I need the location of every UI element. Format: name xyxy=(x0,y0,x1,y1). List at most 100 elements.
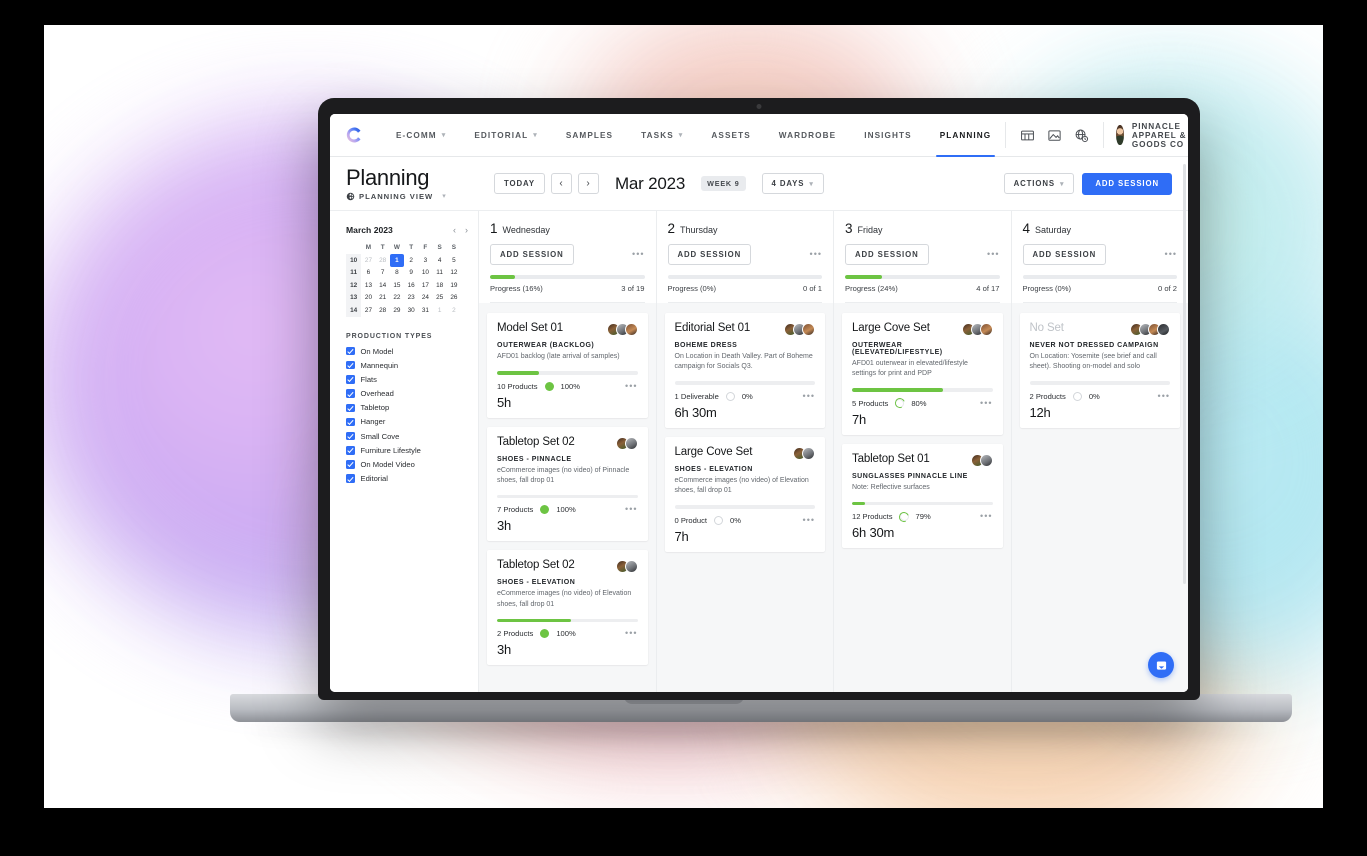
c-logo-icon[interactable] xyxy=(344,125,364,145)
calendar-day[interactable]: 28 xyxy=(376,304,390,317)
production-type-row-furniture-lifestyle[interactable]: Furniture Lifestyle xyxy=(346,446,468,455)
calendar-day[interactable]: 5 xyxy=(447,254,461,267)
calendar-day[interactable]: 7 xyxy=(376,267,390,280)
calendar-day[interactable]: 24 xyxy=(418,292,432,305)
nav-item-wardrobe[interactable]: WARDROBE xyxy=(765,114,850,156)
calendar-day[interactable]: 11 xyxy=(433,267,447,280)
vertical-scrollbar[interactable] xyxy=(1182,164,1186,584)
add-session-button[interactable]: ADD SESSION xyxy=(1022,244,1107,265)
session-overflow-menu-icon[interactable]: ••• xyxy=(625,381,637,391)
add-session-button[interactable]: ADD SESSION xyxy=(1082,172,1172,195)
session-overflow-menu-icon[interactable]: ••• xyxy=(803,391,815,401)
calendar-day[interactable]: 15 xyxy=(390,279,404,292)
day-overflow-menu-icon[interactable]: ••• xyxy=(810,250,822,259)
board-view-icon[interactable] xyxy=(1020,128,1035,143)
production-type-row-on-model-video[interactable]: On Model Video xyxy=(346,460,468,469)
production-type-row-editorial[interactable]: Editorial xyxy=(346,474,468,483)
planning-view-selector[interactable]: PLANNING VIEW ▾ xyxy=(346,192,494,201)
session-card[interactable]: Editorial Set 01 BOHEME DRESS On Location … xyxy=(664,313,825,428)
assignee-avatars[interactable] xyxy=(793,446,815,460)
calendar-day[interactable]: 14 xyxy=(376,279,390,292)
calendar-next-icon[interactable]: › xyxy=(465,225,468,235)
calendar-day[interactable]: 9 xyxy=(404,267,418,280)
calendar-day[interactable]: 30 xyxy=(404,304,418,317)
nav-item-planning[interactable]: PLANNING xyxy=(926,114,1006,157)
calendar-day[interactable]: 2 xyxy=(447,304,461,317)
nav-item-tasks[interactable]: TASKS ▾ xyxy=(627,114,697,156)
checkbox-icon[interactable] xyxy=(346,460,355,469)
session-card[interactable]: Large Cove Set OUTERWEAR (ELEVATED/LIFEST… xyxy=(842,313,1003,435)
calendar-day[interactable]: 12 xyxy=(447,267,461,280)
chat-bubble-icon[interactable] xyxy=(1148,652,1174,678)
assignee-avatars[interactable] xyxy=(606,322,638,336)
calendar-day[interactable]: 23 xyxy=(404,292,418,305)
add-session-button[interactable]: ADD SESSION xyxy=(667,244,752,265)
session-overflow-menu-icon[interactable]: ••• xyxy=(980,512,992,521)
nav-item-samples[interactable]: SAMPLES xyxy=(552,114,627,156)
next-period-button[interactable]: › xyxy=(577,173,599,194)
calendar-day[interactable]: 13 xyxy=(361,279,375,292)
day-overflow-menu-icon[interactable]: ••• xyxy=(632,250,644,259)
calendar-day[interactable]: 6 xyxy=(361,267,375,280)
assignee-avatars[interactable] xyxy=(961,322,993,336)
actions-button[interactable]: ACTIONS ▾ xyxy=(1003,173,1075,194)
assignee-avatars[interactable] xyxy=(1130,322,1170,336)
calendar-day[interactable]: 10 xyxy=(418,267,432,280)
calendar-day[interactable]: 2 xyxy=(404,254,418,267)
globe-clock-icon[interactable] xyxy=(1074,128,1089,143)
calendar-day[interactable]: 25 xyxy=(433,292,447,305)
calendar-day[interactable]: 31 xyxy=(418,304,432,317)
calendar-day[interactable]: 20 xyxy=(361,292,375,305)
prev-period-button[interactable]: ‹ xyxy=(550,173,572,194)
calendar-day[interactable]: 1 xyxy=(433,304,447,317)
nav-item-insights[interactable]: INSIGHTS xyxy=(850,114,925,156)
production-type-row-overhead[interactable]: Overhead xyxy=(346,389,468,398)
calendar-day[interactable]: 21 xyxy=(376,292,390,305)
production-type-row-on-model[interactable]: On Model xyxy=(346,347,468,356)
assignee-avatars[interactable] xyxy=(784,322,815,336)
production-type-row-mannequin[interactable]: Mannequin xyxy=(346,361,468,370)
session-overflow-menu-icon[interactable]: ••• xyxy=(625,629,637,638)
session-overflow-menu-icon[interactable]: ••• xyxy=(980,398,992,408)
account-menu[interactable]: PINNACLE APPAREL & GOODS CO ▾ xyxy=(1103,122,1188,149)
calendar-day[interactable]: 28 xyxy=(376,254,390,267)
production-type-row-hanger[interactable]: Hanger xyxy=(346,417,468,426)
calendar-day[interactable]: 4 xyxy=(433,254,447,267)
session-card[interactable]: Tabletop Set 02 SHOES - PINNACLE eCommerce… xyxy=(487,426,648,542)
production-type-row-flats[interactable]: Flats xyxy=(346,375,468,384)
assignee-avatars[interactable] xyxy=(970,453,993,467)
image-icon[interactable] xyxy=(1047,128,1062,143)
add-session-button[interactable]: ADD SESSION xyxy=(490,244,574,265)
mini-calendar[interactable]: M T W T F S S 10 27 28 1 2 3 4 5 11 6 7 8 9 10 11 12 12 1… xyxy=(346,242,461,317)
checkbox-icon[interactable] xyxy=(346,389,355,398)
calendar-day[interactable]: 22 xyxy=(390,292,404,305)
nav-item-assets[interactable]: ASSETS xyxy=(697,114,764,156)
checkbox-icon[interactable] xyxy=(346,474,355,483)
nav-item-editorial[interactable]: EDITORIAL ▾ xyxy=(460,114,552,156)
assignee-avatars[interactable] xyxy=(615,436,638,450)
checkbox-icon[interactable] xyxy=(346,417,355,427)
calendar-day[interactable]: 26 xyxy=(447,292,461,305)
calendar-day[interactable]: 27 xyxy=(361,254,375,267)
session-card[interactable]: Tabletop Set 02 SHOES - ELEVATION eCommerc… xyxy=(487,550,648,666)
checkbox-icon[interactable] xyxy=(346,346,355,356)
session-card[interactable]: Tabletop Set 01 SUNGLASSES PINNACLE LINE N… xyxy=(842,443,1003,549)
calendar-day[interactable]: 8 xyxy=(390,267,404,280)
calendar-day[interactable]: 16 xyxy=(404,279,418,292)
day-overflow-menu-icon[interactable]: ••• xyxy=(987,250,999,259)
calendar-day[interactable]: 18 xyxy=(433,279,447,292)
calendar-day[interactable]: 27 xyxy=(361,304,375,317)
session-card[interactable]: Model Set 01 OUTERWEAR (BACKLOG) AFD01 bac… xyxy=(487,313,648,418)
checkbox-icon[interactable] xyxy=(346,360,355,370)
session-card[interactable]: No Set NEVER NOT DRESSED CAMPAIGN On Locat… xyxy=(1019,313,1180,428)
checkbox-icon[interactable] xyxy=(346,375,355,384)
checkbox-icon[interactable] xyxy=(346,403,355,412)
checkbox-icon[interactable] xyxy=(346,446,355,455)
range-selector-button[interactable]: 4 DAYS ▾ xyxy=(761,173,824,194)
day-overflow-menu-icon[interactable]: ••• xyxy=(1165,250,1177,259)
session-card[interactable]: Large Cove Set SHOES - ELEVATION eCommerce… xyxy=(664,436,825,552)
session-overflow-menu-icon[interactable]: ••• xyxy=(625,505,637,514)
add-session-button[interactable]: ADD SESSION xyxy=(845,244,929,265)
checkbox-icon[interactable] xyxy=(346,431,355,441)
calendar-day[interactable]: 19 xyxy=(447,279,461,292)
